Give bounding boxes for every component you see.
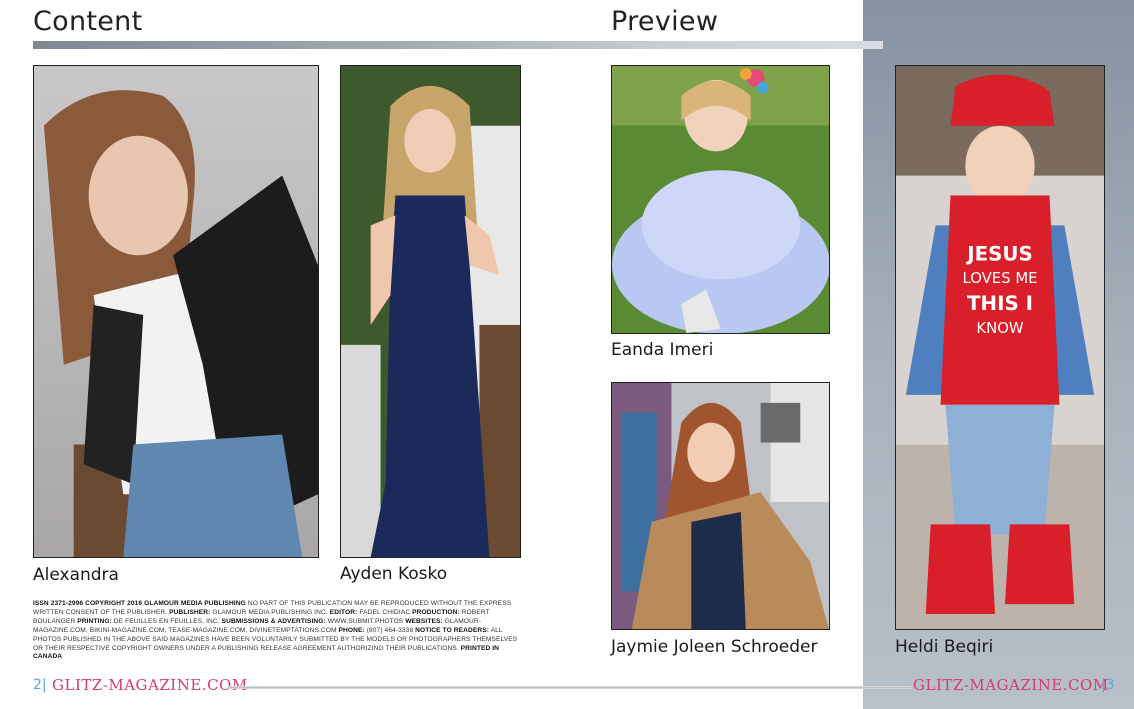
shirt-line-3: THIS I: [967, 292, 1033, 315]
legal-submissions-text: WWW.SUBMIT.PHOTOS: [325, 617, 406, 625]
footer-rule: [228, 686, 912, 689]
legal-printing-label: PRINTING:: [77, 617, 112, 625]
photo-alexandra[interactable]: [33, 65, 319, 558]
photo-eanda-imeri[interactable]: [611, 65, 830, 334]
photo-heldi-beqiri[interactable]: JESUS LOVES ME THIS I KNOW: [895, 65, 1105, 630]
preview-heading: Preview: [611, 6, 719, 37]
legal-publisher-label: PUBLISHER:: [169, 608, 211, 616]
photo-jaymie-joleen-schroeder[interactable]: [611, 382, 830, 630]
content-heading: Content: [33, 6, 143, 37]
caption-ayden-kosko: Ayden Kosko: [340, 564, 448, 584]
shirt-line-2: LOVES ME: [962, 269, 1037, 287]
caption-jaymie-joleen-schroeder: Jaymie Joleen Schroeder: [611, 637, 818, 657]
legal-editor-text: FADEL CHIDIAC: [357, 608, 413, 616]
legal-notice-label: NOTICE TO READERS:: [415, 626, 490, 634]
legal-websites-label: WEBSITES:: [405, 617, 443, 625]
legal-submissions-label: SUBMISSIONS & ADVERTISING:: [221, 617, 326, 625]
legal-notice: ISSN 2371-2996 COPYRIGHT 2016 GLAMOUR ME…: [33, 600, 521, 662]
caption-alexandra: Alexandra: [33, 565, 119, 585]
caption-heldi-beqiri: Heldi Beqiri: [895, 637, 994, 657]
legal-issn-label: ISSN 2371-2996 COPYRIGHT 2016 GLAMOUR ME…: [33, 600, 246, 607]
legal-editor-label: EDITOR:: [329, 608, 358, 616]
photo-eanda-image: [612, 66, 829, 333]
brand-link-right[interactable]: GLITZ-MAGAZINE.COM: [913, 676, 1109, 694]
legal-production-label: PRODUCTION:: [412, 608, 460, 616]
photo-ayden-image: [341, 66, 520, 557]
page-number-left-value: 2: [33, 677, 42, 693]
photo-jaymie-image: [612, 383, 829, 629]
page-number-left: 2|: [33, 677, 47, 693]
shirt-line-1: JESUS: [965, 242, 1032, 265]
legal-phone-text: (807) 464-3338: [364, 626, 416, 634]
photo-ayden-kosko[interactable]: [340, 65, 521, 558]
page-number-right-value: 3: [1105, 677, 1115, 693]
header-rule: [33, 41, 883, 49]
photo-alexandra-image: [34, 66, 318, 557]
page-number-right: |3: [1101, 677, 1115, 693]
photo-heldi-image: JESUS LOVES ME THIS I KNOW: [896, 66, 1104, 629]
shirt-line-4: KNOW: [976, 319, 1023, 337]
brand-link-left[interactable]: GLITZ-MAGAZINE.COM: [52, 676, 248, 694]
legal-phone-label: PHONE:: [338, 626, 365, 634]
legal-printing-text: DE FEUILLES EN FEUILLES, INC.: [111, 617, 222, 625]
caption-eanda-imeri: Eanda Imeri: [611, 340, 714, 360]
legal-publisher-text: GLAMOUR MEDIA PUBLISHING INC.: [210, 608, 330, 616]
